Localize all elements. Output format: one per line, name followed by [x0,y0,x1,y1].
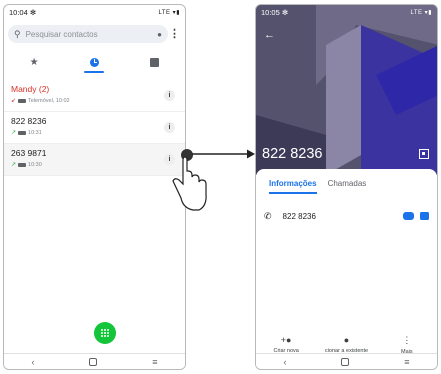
add-to-existing-button[interactable]: ● cionar a existente [320,335,372,355]
contact-number-title: 822 8236 [262,146,323,162]
call-detail: 10:30 [28,161,42,168]
contact-header: 10:05 ✻ LTE ▾▮ ← 822 8236 [256,5,437,175]
call-details-button[interactable]: i [164,90,175,101]
sim-icon [18,98,27,103]
phone-number-row[interactable]: ✆ 822 8236 [264,209,429,223]
settings-gear-icon: ✻ [281,7,289,17]
phone-contact-details: 10:05 ✻ LTE ▾▮ ← 822 8236 Informações Ch… [255,4,438,370]
phone-call-log: 10:04 ✻ LTE ▾▮ ⚲ Pesquisar contactos ● ⋮… [3,4,186,370]
add-person-icon: +● [280,335,292,345]
overflow-menu-icon[interactable]: ⋮ [169,27,180,40]
call-log-item[interactable]: Mandy (2) ↙ Telemóvel, 10:02 i [4,80,185,112]
clock-icon [89,57,99,67]
nav-back-icon[interactable]: ‹ [283,357,286,367]
tab-recents[interactable] [74,53,114,73]
back-arrow-icon[interactable]: ← [264,29,275,41]
call-name: Mandy (2) [11,84,50,94]
outgoing-call-icon: ↗ [11,130,17,136]
tab-favorites[interactable]: ★ [14,53,54,73]
search-icon: ⚲ [14,28,21,39]
video-call-icon[interactable] [403,212,414,220]
signal-battery-icons: LTE ▾▮ [410,9,432,16]
status-bar: 10:05 ✻ LTE ▾▮ [256,5,437,19]
status-time: 10:04 [9,7,28,17]
tab-informacoes[interactable]: Informações [269,179,317,194]
status-time: 10:05 [261,7,280,17]
info-tabs: Informações Chamadas [269,179,366,194]
contact-actions: +● Criar nova ● cionar a existente ⋮ Mai… [256,335,437,355]
more-button[interactable]: ⋮ Mais [381,335,433,355]
outgoing-call-icon: ↗ [11,162,17,168]
transition-arrow [192,149,255,159]
call-details-button[interactable]: i [164,122,175,133]
more-icon: ⋮ [402,335,412,345]
signal-battery-icons: LTE ▾▮ [158,9,180,16]
dialpad-button[interactable] [94,322,116,344]
sim-icon [18,162,27,167]
microphone-icon[interactable]: ● [157,30,162,39]
status-bar: 10:04 ✻ LTE ▾▮ [4,5,185,19]
nav-bar: ‹ ≡ [4,353,185,369]
tab-contacts[interactable] [135,53,175,73]
tab-bar: ★ [4,53,185,73]
search-bar[interactable]: ⚲ Pesquisar contactos ● [8,25,168,43]
call-log-list: Mandy (2) ↙ Telemóvel, 10:02 i 822 8236 … [4,80,185,176]
call-detail: Telemóvel, 10:02 [28,97,70,104]
call-log-item[interactable]: 263 9871 ↗ 10:30 i [4,144,185,176]
message-icon[interactable] [420,212,429,220]
sim-icon [18,130,27,135]
contact-info-card: Informações Chamadas ✆ 822 8236 [256,169,437,355]
search-placeholder: Pesquisar contactos [25,29,98,39]
dialpad-icon [100,328,110,338]
nav-menu-icon[interactable]: ≡ [404,357,409,367]
nav-back-icon[interactable]: ‹ [31,357,34,367]
nav-home-icon[interactable] [341,357,350,366]
settings-gear-icon: ✻ [29,7,37,17]
call-log-item[interactable]: 822 8236 ↗ 10:31 i [4,112,185,144]
nav-menu-icon[interactable]: ≡ [152,357,157,367]
call-name: 263 9871 [11,148,47,158]
contacts-icon [150,57,160,67]
phone-number: 822 8236 [282,211,316,221]
qr-code-icon[interactable] [419,149,429,159]
tab-chamadas[interactable]: Chamadas [328,179,367,194]
nav-bar: ‹ ≡ [256,353,437,369]
nav-home-icon[interactable] [89,357,98,366]
call-detail: 10:31 [28,129,42,136]
star-icon: ★ [29,57,39,68]
missed-call-icon: ↙ [11,98,17,104]
phone-icon: ✆ [264,210,272,221]
call-name: 822 8236 [11,116,47,126]
create-new-contact-button[interactable]: +● Criar nova [260,335,312,355]
person-icon: ● [343,335,350,345]
